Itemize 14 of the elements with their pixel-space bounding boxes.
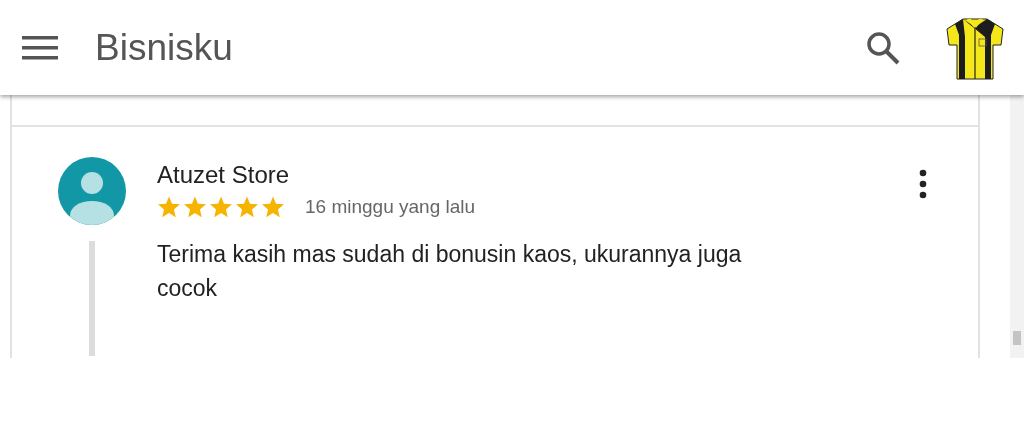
star-icon xyxy=(261,195,285,219)
menu-icon[interactable] xyxy=(22,35,58,60)
app-title: Bisnisku xyxy=(95,26,233,69)
star-icon xyxy=(183,195,207,219)
avatar-icon xyxy=(58,157,126,225)
review-text: Terima kasih mas sudah di bonusin kaos, ukurannya juga cocok xyxy=(157,240,743,303)
star-icon xyxy=(157,195,181,219)
more-options-icon[interactable] xyxy=(919,169,927,199)
review-time: 16 minggu yang lalu xyxy=(305,196,476,218)
scrollbar-thumb[interactable] xyxy=(1013,331,1021,345)
reviewer-name: Atuzet Store xyxy=(157,161,290,189)
star-icon xyxy=(209,195,233,219)
star-icon xyxy=(235,195,259,219)
search-icon[interactable] xyxy=(866,30,900,65)
